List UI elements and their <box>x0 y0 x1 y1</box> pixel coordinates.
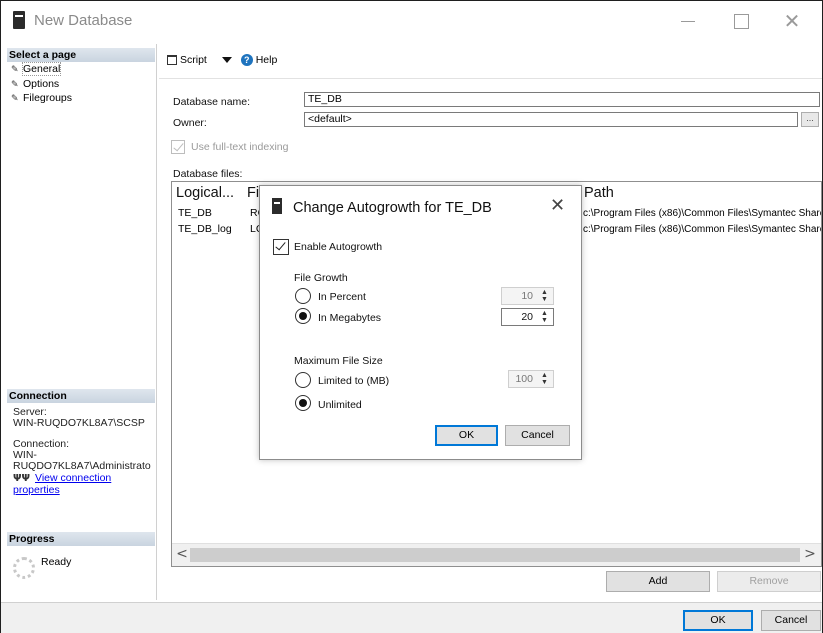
dialog-title: Change Autogrowth for TE_DB <box>293 200 492 216</box>
limited-to-label: Limited to (MB) <box>318 375 390 387</box>
connection-value: WIN-RUQDO7KL8A7\Administrato <box>13 449 151 472</box>
in-megabytes-value: 20 <box>521 311 533 323</box>
page-item-general[interactable]: ✎ General <box>11 62 62 76</box>
in-percent-label: In Percent <box>318 291 366 303</box>
database-files-label: Database files: <box>173 168 243 180</box>
progress-heading: Progress <box>7 532 155 546</box>
help-icon: ? <box>240 54 253 67</box>
column-header-file-type[interactable]: Fi <box>247 182 259 204</box>
maximize-button[interactable] <box>726 9 756 33</box>
dialog-close-icon[interactable]: ✕ <box>550 195 565 216</box>
ok-button[interactable]: OK <box>683 610 753 631</box>
progress-status: Ready <box>41 556 72 568</box>
file-growth-label: File Growth <box>294 272 348 284</box>
window-title: New Database <box>34 12 133 29</box>
scroll-right-arrow-icon[interactable]: > <box>802 546 818 562</box>
page-item-label: Filegroups <box>23 92 73 104</box>
owner-label: Owner: <box>173 117 207 129</box>
in-megabytes-stepper[interactable]: 20 ▲ ▼ <box>501 308 554 326</box>
spin-arrows-icon[interactable]: ▲ ▼ <box>537 289 552 303</box>
toolbar-separator <box>159 78 822 79</box>
scroll-left-arrow-icon[interactable]: < <box>174 546 190 562</box>
dialog-cancel-button[interactable]: Cancel <box>505 425 570 446</box>
bottom-button-bar: OK Cancel <box>1 602 822 633</box>
table-row-logical[interactable]: TE_DB <box>178 206 238 221</box>
connection-heading: Connection <box>7 389 155 403</box>
help-button[interactable]: ? Help <box>240 54 277 67</box>
horizontal-scrollbar[interactable]: < > <box>172 543 821 566</box>
script-dropdown-arrow-icon[interactable] <box>221 57 232 64</box>
add-file-button[interactable]: Add <box>606 571 710 592</box>
page-item-label: Options <box>23 78 60 90</box>
spin-arrows-icon[interactable]: ▲ ▼ <box>537 372 552 386</box>
wrench-icon: ✎ <box>11 65 19 75</box>
limited-to-stepper[interactable]: 100 ▲ ▼ <box>508 370 554 388</box>
database-name-label: Database name: <box>173 96 251 108</box>
change-autogrowth-dialog: Change Autogrowth for TE_DB ✕ Enable Aut… <box>259 185 582 460</box>
view-connection-properties-link[interactable]: ΨΨ View connection properties <box>13 472 155 496</box>
fulltext-indexing-label: Use full-text indexing <box>191 141 289 153</box>
select-page-heading: Select a page <box>7 48 155 62</box>
page-item-filegroups[interactable]: ✎ Filegroups <box>11 92 72 105</box>
new-database-window: New Database ✕ Select a page ✎ General ✎ O… <box>0 0 823 633</box>
table-row-path[interactable]: c:\Program Files (x86)\Common Files\Syma… <box>583 206 821 221</box>
database-name-input[interactable]: TE_DB <box>304 92 820 107</box>
dialog-ok-button[interactable]: OK <box>435 425 498 446</box>
spin-arrows-icon[interactable]: ▲ ▼ <box>537 310 552 324</box>
table-row-logical[interactable]: TE_DB_log <box>178 222 238 237</box>
in-megabytes-radio[interactable] <box>295 308 311 324</box>
in-percent-value: 10 <box>521 290 533 302</box>
minimize-button[interactable] <box>673 9 703 33</box>
table-row-path[interactable]: c:\Program Files (x86)\Common Files\Syma… <box>583 222 821 237</box>
owner-input[interactable]: <default> <box>304 112 798 127</box>
page-item-options[interactable]: ✎ Options <box>11 78 59 91</box>
column-header-logical-name[interactable]: Logical... <box>176 182 234 204</box>
in-megabytes-label: In Megabytes <box>318 312 382 324</box>
limited-to-value: 100 <box>515 373 533 385</box>
enable-autogrowth-checkbox[interactable] <box>273 239 289 255</box>
column-header-path[interactable]: Path <box>584 182 614 204</box>
progress-spinner-icon <box>13 557 35 579</box>
close-window-button[interactable]: ✕ <box>777 9 807 33</box>
enable-autogrowth-label: Enable Autogrowth <box>294 241 383 253</box>
left-pane: Select a page ✎ General ✎ Options ✎ Filegro… <box>7 46 155 597</box>
owner-browse-button[interactable]: ... <box>801 112 819 127</box>
fulltext-indexing-checkbox[interactable] <box>171 140 185 154</box>
remove-file-button[interactable]: Remove <box>717 571 821 592</box>
title-bar: New Database ✕ <box>1 1 822 43</box>
in-percent-radio[interactable] <box>295 288 311 304</box>
connection-info: Connection: WIN-RUQDO7KL8A7\Administrato <box>13 439 155 472</box>
max-file-size-label: Maximum File Size <box>294 355 383 367</box>
script-icon <box>167 55 177 66</box>
unlimited-label: Unlimited <box>318 399 362 411</box>
limited-to-radio[interactable] <box>295 372 311 388</box>
toolbar: Script ? Help <box>167 54 283 72</box>
database-icon <box>13 11 25 29</box>
in-percent-stepper[interactable]: 10 ▲ ▼ <box>501 287 554 305</box>
server-info: Server: WIN-RUQDO7KL8A7\SCSP <box>13 407 145 429</box>
scrollbar-thumb[interactable] <box>190 548 800 562</box>
page-item-label: General <box>21 62 62 76</box>
database-icon <box>272 198 282 214</box>
properties-icon: ΨΨ <box>13 473 30 484</box>
script-button[interactable]: Script <box>167 54 207 66</box>
wrench-icon: ✎ <box>11 94 19 104</box>
server-value: WIN-RUQDO7KL8A7\SCSP <box>13 417 145 429</box>
pane-divider <box>156 44 157 600</box>
wrench-icon: ✎ <box>11 80 19 90</box>
cancel-button[interactable]: Cancel <box>761 610 821 631</box>
unlimited-radio[interactable] <box>295 395 311 411</box>
